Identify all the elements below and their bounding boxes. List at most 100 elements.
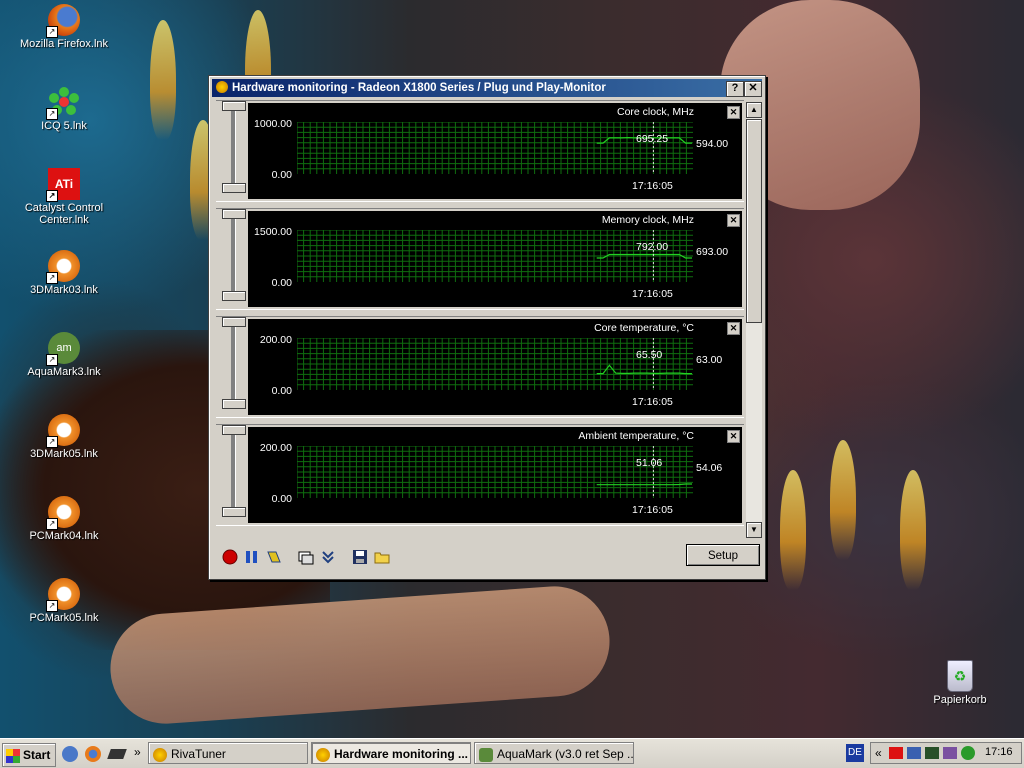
start-button[interactable]: Start [2,743,56,767]
graph-min-label: 0.00 [271,493,292,505]
pause-icon[interactable] [244,549,260,565]
desktop-icon-label: Mozilla Firefox.lnk [19,38,109,50]
desktop-icon-label: AquaMark3.lnk [27,366,101,378]
graph-close-button[interactable]: ✕ [727,322,740,335]
graph-panel: Core clock, MHz ✕ 1000.00 0.00 695.25 59… [216,100,744,202]
graph-slider-track [231,429,236,513]
graph-slider-track [231,105,236,189]
desktop-icon-label: 3DMark03.lnk [30,284,98,296]
desktop-icon-firefox[interactable]: ↗ Mozilla Firefox.lnk [14,4,114,50]
shortcut-arrow-icon: ↗ [46,354,58,366]
clear-icon[interactable] [266,549,282,565]
wallpaper-flame [150,20,176,140]
help-button[interactable]: ? [726,81,744,97]
collapse-icon[interactable] [320,549,336,565]
monitor-toolbar: Setup [216,544,760,572]
language-indicator[interactable]: DE [846,744,864,762]
quicklaunch-more-button[interactable]: » [134,745,141,759]
graph-max-label: 1000.00 [254,118,292,130]
eye-tray-icon[interactable] [961,746,975,760]
scroll-down-button[interactable]: ▼ [746,522,762,538]
graph-min-slider[interactable] [222,399,246,409]
desktop-icon-pcmark04[interactable]: ↗ PCMark04.lnk [14,496,114,542]
graph-area[interactable]: Ambient temperature, °C ✕ 200.00 0.00 51… [248,427,742,523]
shortcut-arrow-icon: ↗ [46,26,58,38]
window-titlebar[interactable]: Hardware monitoring - Radeon X1800 Serie… [212,79,762,97]
graph-close-button[interactable]: ✕ [727,106,740,119]
graph-plot [297,338,693,390]
windows-logo-icon [6,748,20,763]
setup-button[interactable]: Setup [686,544,760,566]
graph-min-slider[interactable] [222,507,246,517]
desktop-icon-label: 3DMark05.lnk [30,448,98,460]
graph-title: Core clock, MHz [616,106,694,118]
graph-last-value: 54.06 [696,462,723,474]
quicklaunch-app-icon[interactable] [107,749,127,759]
graph-max-slider[interactable] [222,209,246,219]
monitor-tray-icon[interactable] [925,747,939,759]
hardware-monitoring-window: Hardware monitoring - Radeon X1800 Serie… [208,75,766,580]
scroll-thumb[interactable] [746,119,762,323]
graph-close-button[interactable]: ✕ [727,430,740,443]
taskbar-button-aquamark[interactable]: AquaMark (v3.0 ret Sep ... [474,742,634,764]
scroll-up-button[interactable]: ▲ [746,102,762,118]
graph-area[interactable]: Memory clock, MHz ✕ 1500.00 0.00 792.00 … [248,211,742,307]
taskbar-button-label: AquaMark (v3.0 ret Sep ... [497,747,634,761]
graph-panel: Ambient temperature, °C ✕ 200.00 0.00 51… [216,424,744,526]
shortcut-arrow-icon: ↗ [46,272,58,284]
icq-flower-icon: ↗ [46,86,80,120]
graph-area[interactable]: Core temperature, °C ✕ 200.00 0.00 65.50… [248,319,742,415]
graph-title: Ambient temperature, °C [578,430,694,442]
graph-max-slider[interactable] [222,425,246,435]
app-tray-icon[interactable] [943,747,957,759]
ati-tray-icon[interactable] [889,747,903,759]
graph-slider-track [231,213,236,297]
graphs-scrollbar[interactable]: ▲ ▼ [746,102,762,538]
graph-max-slider[interactable] [222,101,246,111]
shortcut-arrow-icon: ↗ [46,108,58,120]
desktop-icon-aquamark3[interactable]: am ↗ AquaMark3.lnk [14,332,114,378]
graph-title: Core temperature, °C [594,322,694,334]
graph-min-slider[interactable] [222,183,246,193]
graph-cursor-value: 65.50 [636,349,663,361]
desktop-icon-label: Catalyst Control Center.lnk [24,202,104,226]
window-icon[interactable] [298,549,314,565]
taskbar-button-rivatuner[interactable]: RivaTuner [148,742,308,764]
desktop-icon-recycle-bin[interactable]: ♻ Papierkorb [910,660,1010,706]
graph-cursor-value: 695.25 [636,133,669,145]
graph-min-slider[interactable] [222,291,246,301]
rivatuner-icon [153,747,167,762]
graph-cursor-value: 51.06 [636,457,663,469]
graph-max-slider[interactable] [222,317,246,327]
graph-min-label: 0.00 [271,169,292,181]
aquamark-icon: am ↗ [46,332,80,366]
shortcut-arrow-icon: ↗ [46,436,58,448]
graph-plot [297,230,693,282]
shortcut-arrow-icon: ↗ [46,518,58,530]
rivatuner-icon [216,81,228,93]
open-folder-icon[interactable] [374,549,390,565]
desktop-icon-pcmark05[interactable]: ↗ PCMark05.lnk [14,578,114,624]
system-tray: « 17:16 [870,742,1022,764]
tray-expand-button[interactable]: « [875,746,882,760]
ie-icon[interactable] [62,746,78,762]
firefox-icon[interactable] [85,746,101,762]
network-tray-icon[interactable] [907,747,921,759]
record-icon[interactable] [222,549,238,565]
close-button[interactable]: ✕ [744,81,762,97]
futuremark-icon: ↗ [46,414,80,448]
graph-min-label: 0.00 [271,385,292,397]
save-icon[interactable] [352,549,368,565]
graph-last-value: 63.00 [696,354,723,366]
futuremark-icon: ↗ [46,578,80,612]
graph-area[interactable]: Core clock, MHz ✕ 1000.00 0.00 695.25 59… [248,103,742,199]
desktop-icon-3dmark05[interactable]: ↗ 3DMark05.lnk [14,414,114,460]
taskbar-button-hardware-monitoring[interactable]: Hardware monitoring ... [311,742,471,764]
wallpaper-flame [900,470,926,590]
taskbar-button-label: Hardware monitoring ... [334,747,469,761]
desktop-icon-catalyst[interactable]: ATi ↗ Catalyst Control Center.lnk [14,168,114,226]
desktop-icon-3dmark03[interactable]: ↗ 3DMark03.lnk [14,250,114,296]
desktop-icon-icq[interactable]: ↗ ICQ 5.lnk [14,86,114,132]
shortcut-arrow-icon: ↗ [46,190,58,202]
graph-close-button[interactable]: ✕ [727,214,740,227]
